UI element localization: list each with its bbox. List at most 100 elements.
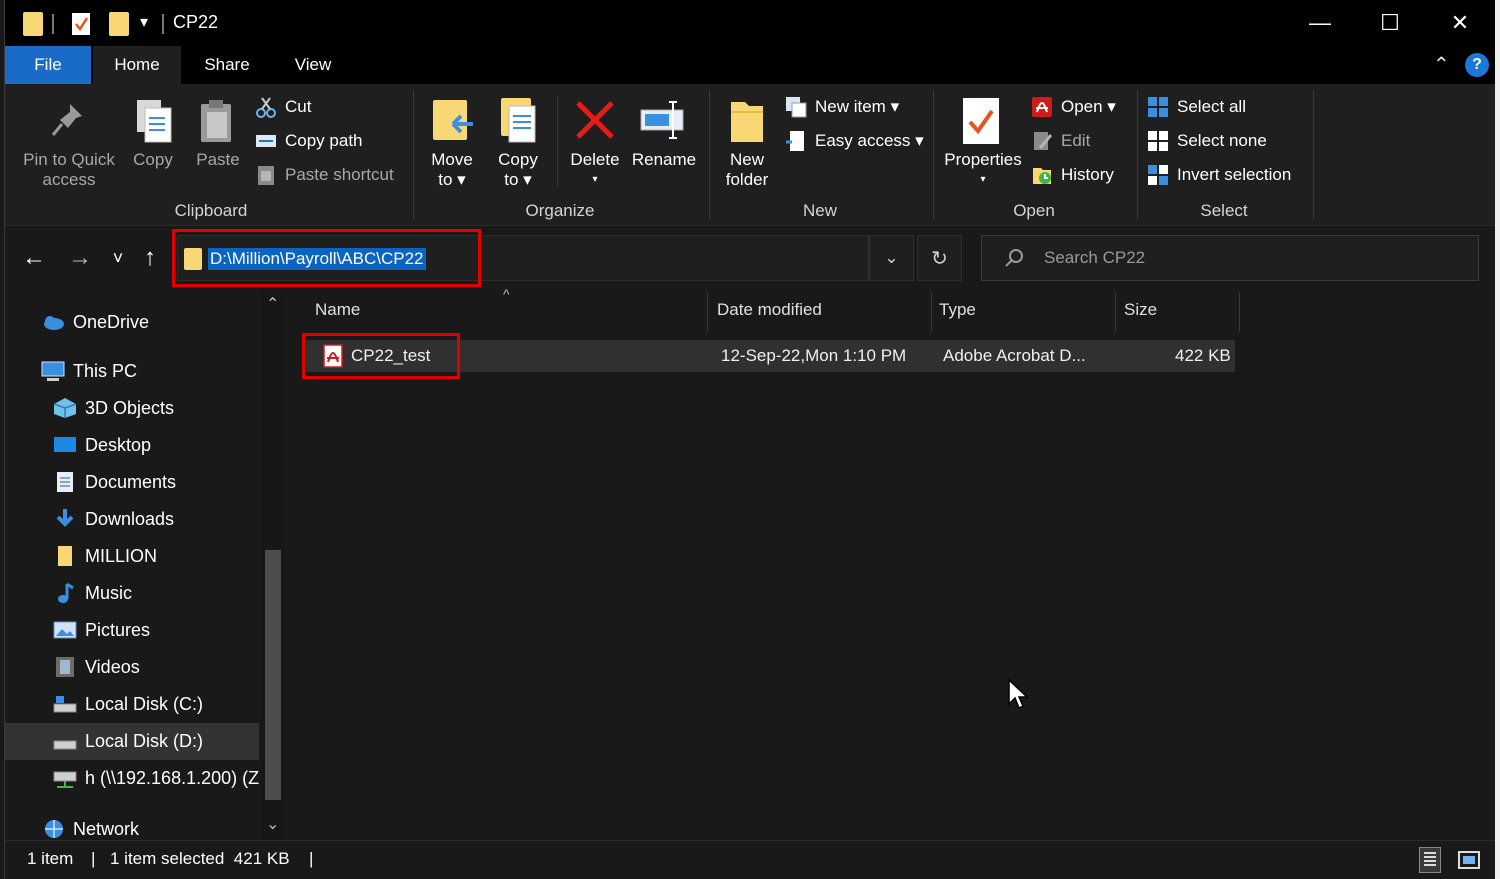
qat-divider: [52, 14, 54, 34]
back-button[interactable]: ←: [19, 242, 49, 274]
sidebar-item-label: Downloads: [85, 508, 175, 529]
details-view-icon[interactable]: [1419, 847, 1441, 873]
this-pc-icon: [41, 360, 65, 382]
properties-qat-icon[interactable]: [71, 12, 91, 36]
copy-icon: [133, 98, 173, 149]
sidebar-item-onedrive[interactable]: OneDrive: [41, 304, 149, 340]
properties-icon: [961, 96, 1001, 151]
paste-shortcut-button[interactable]: Paste shortcut: [255, 160, 394, 190]
copy-button[interactable]: Copy: [125, 150, 181, 170]
properties-button[interactable]: Properties ▾: [939, 150, 1027, 190]
tab-share[interactable]: Share: [187, 46, 267, 84]
sidebar-item-3d-objects[interactable]: 3D Objects: [53, 390, 174, 426]
cut-button[interactable]: Cut: [255, 92, 311, 122]
minimize-button[interactable]: —: [1285, 0, 1355, 46]
scroll-up-icon[interactable]: ⌃: [266, 294, 279, 314]
up-button[interactable]: ↑: [135, 242, 165, 274]
select-all-button[interactable]: Select all: [1147, 92, 1246, 122]
documents-icon: [53, 471, 77, 493]
navigation-scrollbar[interactable]: ⌃ ⌄: [261, 290, 285, 840]
sidebar-item-network-drive[interactable]: h (\\192.168.1.200) (Z: [53, 760, 261, 796]
column-header-type[interactable]: Type: [939, 300, 976, 320]
close-button[interactable]: ✕: [1425, 0, 1495, 46]
open-label: Open ▾: [1061, 97, 1116, 116]
sidebar-item-this-pc[interactable]: This PC: [41, 353, 137, 389]
tab-file[interactable]: File: [5, 46, 91, 84]
title-divider: [162, 14, 164, 34]
tab-home[interactable]: Home: [93, 46, 181, 84]
column-divider[interactable]: [707, 292, 708, 332]
file-highlight-box: [302, 333, 460, 379]
sidebar-item-downloads[interactable]: Downloads: [53, 501, 174, 537]
ribbon-separator: [1313, 90, 1314, 220]
search-input[interactable]: Search CP22: [981, 235, 1479, 281]
edit-button[interactable]: Edit: [1031, 126, 1090, 156]
select-none-button[interactable]: Select none: [1147, 126, 1267, 156]
copy-to-icon: [497, 96, 541, 151]
sidebar-item-label: Music: [85, 582, 133, 603]
network-drive-icon: [53, 767, 77, 789]
collapse-ribbon-icon[interactable]: ⌃: [1433, 52, 1450, 77]
move-line1: Move: [431, 150, 473, 169]
paste-button[interactable]: Paste: [187, 150, 249, 170]
new-item-button[interactable]: New item ▾: [785, 92, 899, 122]
address-dropdown-button[interactable]: ⌄: [869, 235, 914, 281]
scrollbar-thumb[interactable]: [265, 550, 281, 800]
column-divider[interactable]: [1115, 292, 1116, 332]
sidebar-item-music[interactable]: Music: [53, 575, 132, 611]
history-button[interactable]: History: [1031, 160, 1114, 190]
new-folder-line1: New: [729, 150, 764, 169]
delete-arrow: ▾: [592, 174, 598, 185]
column-header-size[interactable]: Size: [1124, 300, 1157, 320]
drive-icon: [53, 730, 77, 752]
copy-path-button[interactable]: Copy path: [255, 126, 363, 156]
pdf-icon: [1031, 96, 1053, 118]
recent-locations-button[interactable]: ˅: [103, 242, 133, 274]
open-button[interactable]: Open ▾: [1031, 92, 1116, 122]
copy-to-button[interactable]: Copy to ▾: [487, 150, 549, 190]
mouse-cursor-icon: [1007, 678, 1029, 715]
organize-group-label: Organize: [525, 201, 595, 220]
sidebar-item-videos[interactable]: Videos: [53, 649, 140, 685]
file-list: ^ Name Date modified Type Size CP22_test…: [285, 286, 1495, 840]
tab-view[interactable]: View: [275, 46, 351, 84]
music-icon: [53, 582, 77, 604]
maximize-button[interactable]: ☐: [1355, 0, 1425, 46]
rename-icon: [639, 98, 687, 147]
pin-icon: [50, 102, 84, 143]
move-to-button[interactable]: Move to ▾: [421, 150, 483, 190]
pin-line2: access: [42, 170, 96, 189]
refresh-button[interactable]: ↻: [917, 235, 962, 281]
ribbon-separator: [933, 90, 934, 220]
pictures-icon: [53, 619, 77, 641]
new-folder-button[interactable]: New folder: [715, 150, 779, 190]
pin-to-quick-access-button[interactable]: Pin to Quick access: [13, 150, 125, 190]
forward-button[interactable]: →: [65, 242, 95, 274]
delete-button[interactable]: Delete ▾: [563, 150, 627, 190]
downloads-icon: [53, 508, 77, 530]
column-header-name[interactable]: Name: [315, 300, 360, 320]
invert-selection-icon: [1147, 164, 1169, 186]
sidebar-item-million[interactable]: MILLION: [53, 538, 157, 574]
easy-access-button[interactable]: Easy access ▾: [785, 126, 924, 156]
sidebar-item-documents[interactable]: Documents: [53, 464, 176, 500]
new-folder-qat-icon[interactable]: [109, 12, 129, 36]
sidebar-item-local-disk-d[interactable]: Local Disk (D:): [53, 723, 203, 759]
column-header-date-modified[interactable]: Date modified: [717, 300, 822, 320]
help-icon[interactable]: ?: [1465, 53, 1489, 77]
large-icons-view-icon[interactable]: [1457, 849, 1481, 871]
rename-button[interactable]: Rename: [629, 150, 699, 170]
item-count: 1 item: [27, 849, 74, 868]
column-divider[interactable]: [931, 292, 932, 332]
sidebar-item-pictures[interactable]: Pictures: [53, 612, 150, 648]
scroll-down-icon[interactable]: ⌄: [266, 814, 279, 834]
file-type: Adobe Acrobat D...: [943, 346, 1086, 365]
column-divider[interactable]: [1239, 292, 1240, 332]
window-title: CP22: [173, 12, 219, 32]
file-date-modified: 12-Sep-22,Mon 1:10 PM: [721, 346, 907, 365]
invert-selection-button[interactable]: Invert selection: [1147, 160, 1291, 190]
sidebar-item-local-disk-c[interactable]: Local Disk (C:): [53, 686, 203, 722]
easy-access-icon: [785, 130, 807, 152]
qat-dropdown-icon[interactable]: ▾: [140, 12, 148, 32]
sidebar-item-desktop[interactable]: Desktop: [53, 427, 151, 463]
